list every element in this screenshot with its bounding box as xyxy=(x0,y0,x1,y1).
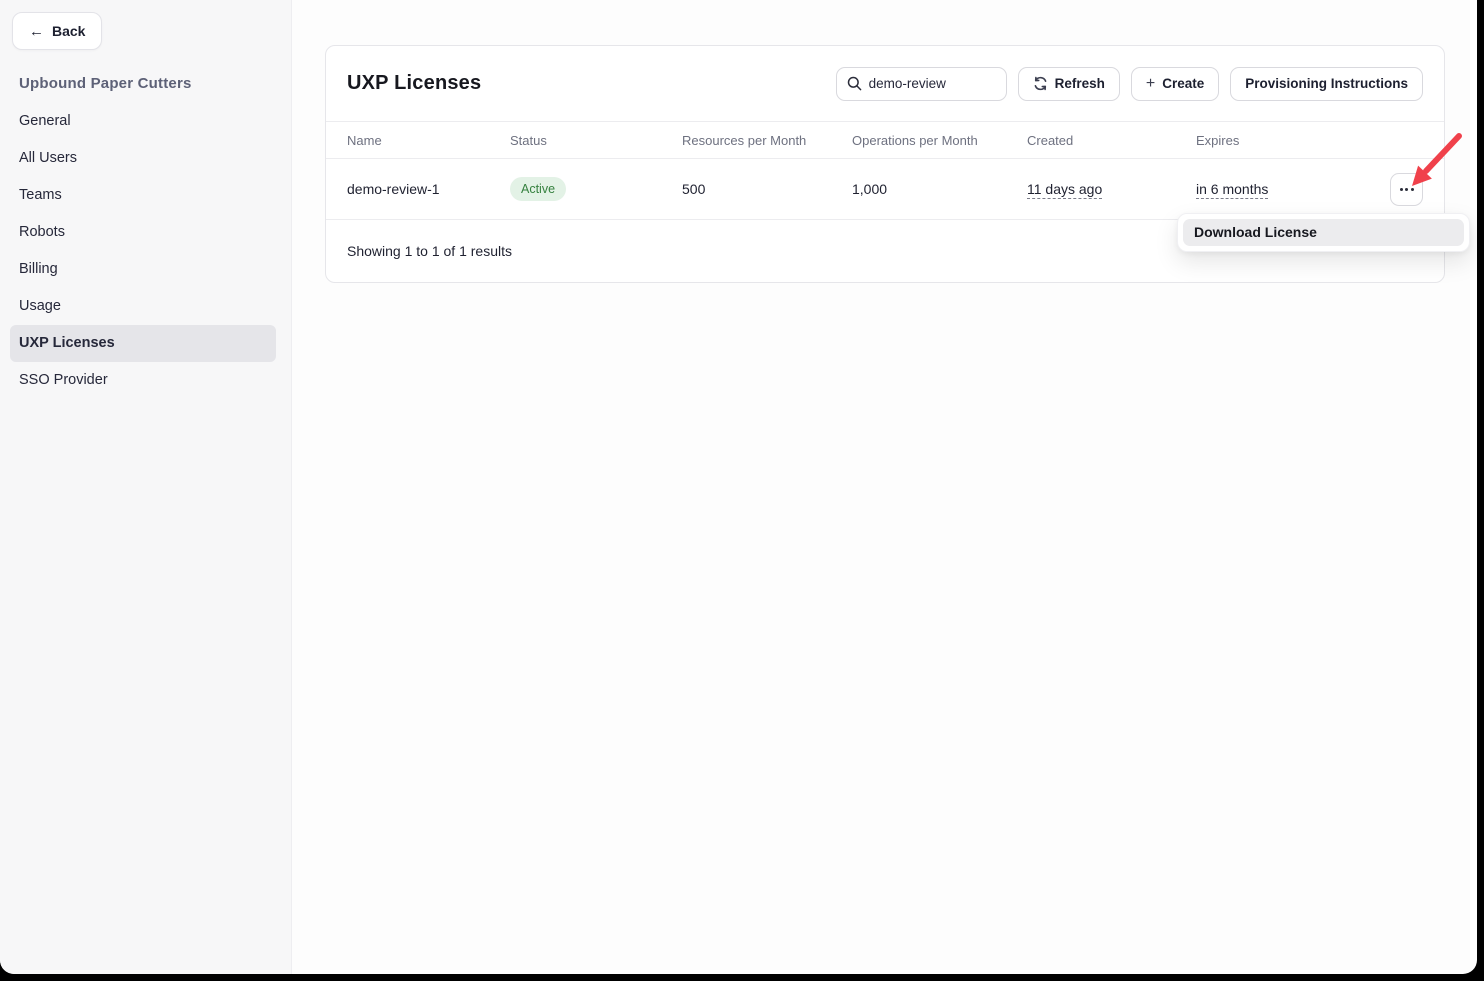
license-name: demo-review-1 xyxy=(347,181,510,197)
back-button-label: Back xyxy=(52,23,85,39)
sidebar-nav: General All Users Teams Robots Billing U… xyxy=(10,103,276,399)
row-actions-menu: Download License xyxy=(1177,213,1470,252)
expires-value[interactable]: in 6 months xyxy=(1196,181,1268,197)
search-box xyxy=(836,67,1007,101)
operations-per-month-value: 1,000 xyxy=(852,181,1027,197)
provisioning-instructions-label: Provisioning Instructions xyxy=(1245,76,1408,91)
created-value[interactable]: 11 days ago xyxy=(1027,181,1102,197)
column-header-name: Name xyxy=(347,133,510,148)
row-actions-button[interactable] xyxy=(1390,173,1423,206)
settings-sidebar: ← Back Upbound Paper Cutters General All… xyxy=(0,0,292,974)
sidebar-item-billing[interactable]: Billing xyxy=(10,251,276,288)
column-header-operations: Operations per Month xyxy=(852,133,1027,148)
column-header-status: Status xyxy=(510,133,682,148)
app-window: ← Back Upbound Paper Cutters General All… xyxy=(0,0,1477,974)
menu-item-download-license[interactable]: Download License xyxy=(1183,219,1464,246)
refresh-button[interactable]: Refresh xyxy=(1018,67,1120,101)
card-header: UXP Licenses xyxy=(326,46,1444,122)
org-name: Upbound Paper Cutters xyxy=(19,75,192,92)
sidebar-item-usage[interactable]: Usage xyxy=(10,288,276,325)
table-header-row: Name Status Resources per Month Operatio… xyxy=(326,122,1444,159)
resources-per-month-value: 500 xyxy=(682,181,852,197)
provisioning-instructions-button[interactable]: Provisioning Instructions xyxy=(1230,67,1423,101)
sidebar-item-general[interactable]: General xyxy=(10,103,276,140)
plus-icon: + xyxy=(1146,76,1155,92)
sidebar-item-uxp-licenses[interactable]: UXP Licenses xyxy=(10,325,276,362)
toolbar: Refresh + Create Provisioning Instructio… xyxy=(836,67,1423,101)
column-header-resources: Resources per Month xyxy=(682,133,852,148)
refresh-icon xyxy=(1033,76,1048,91)
search-icon xyxy=(847,76,862,91)
page-title: UXP Licenses xyxy=(347,72,481,95)
main-content: UXP Licenses xyxy=(292,0,1477,974)
search-input[interactable] xyxy=(869,76,996,91)
sidebar-item-robots[interactable]: Robots xyxy=(10,214,276,251)
ellipsis-icon xyxy=(1400,188,1403,191)
create-button[interactable]: + Create xyxy=(1131,67,1219,101)
table-row: demo-review-1 Active 500 1,000 11 days a… xyxy=(326,159,1444,220)
sidebar-item-teams[interactable]: Teams xyxy=(10,177,276,214)
column-header-created: Created xyxy=(1027,133,1196,148)
sidebar-item-sso-provider[interactable]: SSO Provider xyxy=(10,362,276,399)
create-button-label: Create xyxy=(1162,76,1204,91)
status-badge: Active xyxy=(510,177,566,201)
sidebar-item-all-users[interactable]: All Users xyxy=(10,140,276,177)
refresh-button-label: Refresh xyxy=(1055,76,1105,91)
back-arrow-icon: ← xyxy=(29,24,44,39)
results-count-text: Showing 1 to 1 of 1 results xyxy=(347,243,512,259)
column-header-expires: Expires xyxy=(1196,133,1381,148)
back-button[interactable]: ← Back xyxy=(12,12,102,50)
